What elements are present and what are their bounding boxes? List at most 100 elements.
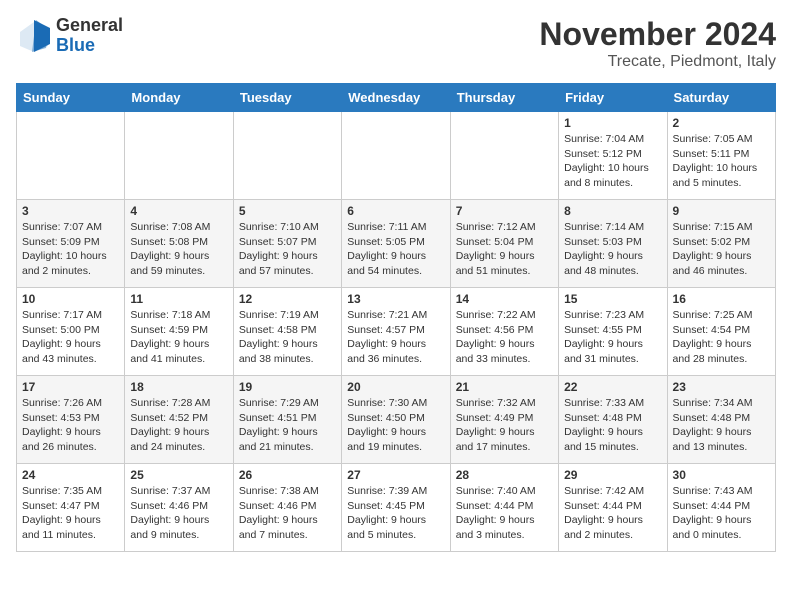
day-number: 22 bbox=[564, 380, 661, 394]
calendar-cell: 14 Sunrise: 7:22 AM Sunset: 4:56 PM Dayli… bbox=[450, 288, 558, 376]
logo: General Blue bbox=[16, 16, 123, 56]
day-header-wednesday: Wednesday bbox=[342, 84, 450, 112]
calendar-cell: 10 Sunrise: 7:17 AM Sunset: 5:00 PM Dayli… bbox=[17, 288, 125, 376]
day-info: Sunrise: 7:08 AM Sunset: 5:08 PM Dayligh… bbox=[130, 220, 227, 279]
day-info: Sunrise: 7:10 AM Sunset: 5:07 PM Dayligh… bbox=[239, 220, 336, 279]
day-header-saturday: Saturday bbox=[667, 84, 775, 112]
day-info: Sunrise: 7:14 AM Sunset: 5:03 PM Dayligh… bbox=[564, 220, 661, 279]
calendar-cell: 16Sunrise: 7:25 AM Sunset: 4:54 PM Dayli… bbox=[667, 288, 775, 376]
day-number: 5 bbox=[239, 204, 336, 218]
day-header-tuesday: Tuesday bbox=[233, 84, 341, 112]
day-number: 8 bbox=[564, 204, 661, 218]
day-info: Sunrise: 7:39 AM Sunset: 4:45 PM Dayligh… bbox=[347, 484, 444, 543]
day-number: 18 bbox=[130, 380, 227, 394]
day-number: 28 bbox=[456, 468, 553, 482]
calendar-cell: 5 Sunrise: 7:10 AM Sunset: 5:07 PM Daylig… bbox=[233, 200, 341, 288]
week-row: 10 Sunrise: 7:17 AM Sunset: 5:00 PM Dayli… bbox=[17, 288, 776, 376]
day-number: 30 bbox=[673, 468, 770, 482]
calendar-cell: 6 Sunrise: 7:11 AM Sunset: 5:05 PM Daylig… bbox=[342, 200, 450, 288]
day-info: Sunrise: 7:40 AM Sunset: 4:44 PM Dayligh… bbox=[456, 484, 553, 543]
day-info: Sunrise: 7:32 AM Sunset: 4:49 PM Dayligh… bbox=[456, 396, 553, 455]
calendar-cell: 18 Sunrise: 7:28 AM Sunset: 4:52 PM Dayli… bbox=[125, 376, 233, 464]
day-number: 27 bbox=[347, 468, 444, 482]
day-info: Sunrise: 7:43 AM Sunset: 4:44 PM Dayligh… bbox=[673, 484, 770, 543]
day-number: 14 bbox=[456, 292, 553, 306]
calendar-header: SundayMondayTuesdayWednesdayThursdayFrid… bbox=[17, 84, 776, 112]
day-number: 15 bbox=[564, 292, 661, 306]
day-info: Sunrise: 7:29 AM Sunset: 4:51 PM Dayligh… bbox=[239, 396, 336, 455]
logo-general-text: General bbox=[56, 16, 123, 36]
calendar-cell: 21 Sunrise: 7:32 AM Sunset: 4:49 PM Dayli… bbox=[450, 376, 558, 464]
calendar-cell: 7Sunrise: 7:12 AM Sunset: 5:04 PM Daylig… bbox=[450, 200, 558, 288]
day-number: 26 bbox=[239, 468, 336, 482]
calendar-cell bbox=[17, 112, 125, 200]
month-title: November 2024 bbox=[539, 16, 776, 53]
day-info: Sunrise: 7:21 AM Sunset: 4:57 PM Dayligh… bbox=[347, 308, 444, 367]
week-row: 17 Sunrise: 7:26 AM Sunset: 4:53 PM Dayli… bbox=[17, 376, 776, 464]
calendar-cell: 25 Sunrise: 7:37 AM Sunset: 4:46 PM Dayli… bbox=[125, 464, 233, 552]
title-block: November 2024 Trecate, Piedmont, Italy bbox=[539, 16, 776, 71]
day-number: 9 bbox=[673, 204, 770, 218]
day-info: Sunrise: 7:23 AM Sunset: 4:55 PM Dayligh… bbox=[564, 308, 661, 367]
day-number: 25 bbox=[130, 468, 227, 482]
calendar-cell bbox=[125, 112, 233, 200]
day-number: 10 bbox=[22, 292, 119, 306]
calendar-cell: 8 Sunrise: 7:14 AM Sunset: 5:03 PM Daylig… bbox=[559, 200, 667, 288]
calendar-cell: 1 Sunrise: 7:04 AM Sunset: 5:12 PM Daylig… bbox=[559, 112, 667, 200]
calendar-cell: 12Sunrise: 7:19 AM Sunset: 4:58 PM Dayli… bbox=[233, 288, 341, 376]
calendar-cell: 2 Sunrise: 7:05 AM Sunset: 5:11 PM Daylig… bbox=[667, 112, 775, 200]
day-info: Sunrise: 7:25 AM Sunset: 4:54 PM Dayligh… bbox=[673, 308, 770, 367]
day-info: Sunrise: 7:07 AM Sunset: 5:09 PM Dayligh… bbox=[22, 220, 119, 279]
day-info: Sunrise: 7:18 AM Sunset: 4:59 PM Dayligh… bbox=[130, 308, 227, 367]
day-header-thursday: Thursday bbox=[450, 84, 558, 112]
calendar-cell: 28 Sunrise: 7:40 AM Sunset: 4:44 PM Dayli… bbox=[450, 464, 558, 552]
day-info: Sunrise: 7:37 AM Sunset: 4:46 PM Dayligh… bbox=[130, 484, 227, 543]
calendar-cell: 4Sunrise: 7:08 AM Sunset: 5:08 PM Daylig… bbox=[125, 200, 233, 288]
calendar-cell: 24 Sunrise: 7:35 AM Sunset: 4:47 PM Dayli… bbox=[17, 464, 125, 552]
day-number: 1 bbox=[564, 116, 661, 130]
day-info: Sunrise: 7:17 AM Sunset: 5:00 PM Dayligh… bbox=[22, 308, 119, 367]
day-number: 19 bbox=[239, 380, 336, 394]
days-of-week-row: SundayMondayTuesdayWednesdayThursdayFrid… bbox=[17, 84, 776, 112]
day-info: Sunrise: 7:35 AM Sunset: 4:47 PM Dayligh… bbox=[22, 484, 119, 543]
day-number: 17 bbox=[22, 380, 119, 394]
day-info: Sunrise: 7:12 AM Sunset: 5:04 PM Dayligh… bbox=[456, 220, 553, 279]
calendar-cell: 20 Sunrise: 7:30 AM Sunset: 4:50 PM Dayli… bbox=[342, 376, 450, 464]
day-info: Sunrise: 7:26 AM Sunset: 4:53 PM Dayligh… bbox=[22, 396, 119, 455]
calendar-cell bbox=[233, 112, 341, 200]
calendar-cell: 15 Sunrise: 7:23 AM Sunset: 4:55 PM Dayli… bbox=[559, 288, 667, 376]
calendar-cell: 11 Sunrise: 7:18 AM Sunset: 4:59 PM Dayli… bbox=[125, 288, 233, 376]
location: Trecate, Piedmont, Italy bbox=[539, 53, 776, 71]
day-number: 6 bbox=[347, 204, 444, 218]
day-number: 21 bbox=[456, 380, 553, 394]
day-info: Sunrise: 7:22 AM Sunset: 4:56 PM Dayligh… bbox=[456, 308, 553, 367]
calendar-cell: 3Sunrise: 7:07 AM Sunset: 5:09 PM Daylig… bbox=[17, 200, 125, 288]
week-row: 1 Sunrise: 7:04 AM Sunset: 5:12 PM Daylig… bbox=[17, 112, 776, 200]
calendar-body: 1 Sunrise: 7:04 AM Sunset: 5:12 PM Daylig… bbox=[17, 112, 776, 552]
day-info: Sunrise: 7:05 AM Sunset: 5:11 PM Dayligh… bbox=[673, 132, 770, 191]
day-number: 2 bbox=[673, 116, 770, 130]
calendar-cell: 29Sunrise: 7:42 AM Sunset: 4:44 PM Dayli… bbox=[559, 464, 667, 552]
day-info: Sunrise: 7:38 AM Sunset: 4:46 PM Dayligh… bbox=[239, 484, 336, 543]
calendar: SundayMondayTuesdayWednesdayThursdayFrid… bbox=[16, 83, 776, 552]
calendar-cell: 13Sunrise: 7:21 AM Sunset: 4:57 PM Dayli… bbox=[342, 288, 450, 376]
week-row: 3Sunrise: 7:07 AM Sunset: 5:09 PM Daylig… bbox=[17, 200, 776, 288]
header: General Blue November 2024 Trecate, Pied… bbox=[16, 16, 776, 71]
day-number: 12 bbox=[239, 292, 336, 306]
day-info: Sunrise: 7:04 AM Sunset: 5:12 PM Dayligh… bbox=[564, 132, 661, 191]
day-number: 24 bbox=[22, 468, 119, 482]
logo-icon bbox=[16, 18, 52, 54]
calendar-cell bbox=[342, 112, 450, 200]
day-number: 11 bbox=[130, 292, 227, 306]
calendar-cell: 19 Sunrise: 7:29 AM Sunset: 4:51 PM Dayli… bbox=[233, 376, 341, 464]
calendar-cell: 9Sunrise: 7:15 AM Sunset: 5:02 PM Daylig… bbox=[667, 200, 775, 288]
day-info: Sunrise: 7:30 AM Sunset: 4:50 PM Dayligh… bbox=[347, 396, 444, 455]
calendar-cell: 26 Sunrise: 7:38 AM Sunset: 4:46 PM Dayli… bbox=[233, 464, 341, 552]
day-info: Sunrise: 7:28 AM Sunset: 4:52 PM Dayligh… bbox=[130, 396, 227, 455]
calendar-cell: 22Sunrise: 7:33 AM Sunset: 4:48 PM Dayli… bbox=[559, 376, 667, 464]
day-info: Sunrise: 7:11 AM Sunset: 5:05 PM Dayligh… bbox=[347, 220, 444, 279]
calendar-cell: 27 Sunrise: 7:39 AM Sunset: 4:45 PM Dayli… bbox=[342, 464, 450, 552]
day-number: 29 bbox=[564, 468, 661, 482]
day-number: 20 bbox=[347, 380, 444, 394]
logo-blue-text: Blue bbox=[56, 36, 123, 56]
